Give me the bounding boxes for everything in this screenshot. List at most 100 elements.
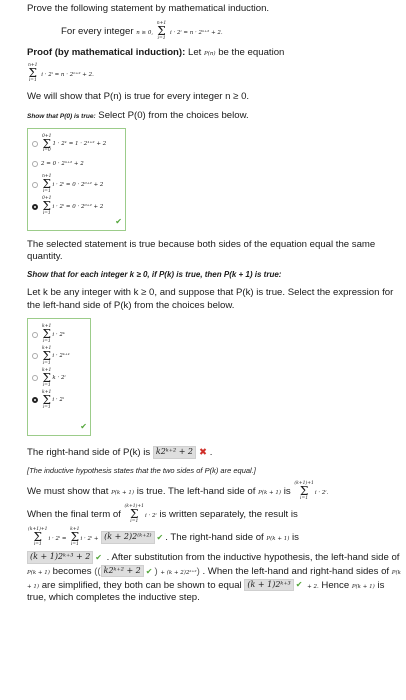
choice-expr: i · 2ᵏ — [52, 331, 65, 338]
proof-heading-line: Proof (by mathematical induction): Let P… — [27, 47, 406, 60]
choice-expr: 1 · 2¹ = 1 · 2¹⁺² + 2 — [52, 140, 107, 147]
sum-term: i · 2ⁱ = — [48, 535, 67, 542]
rhs-line: The right-hand side of P(k) is k2ᵏ⁺² + 2… — [27, 446, 213, 459]
final-result-line: (k+1)+1 Σi=1 i · 2ⁱ = k+1 Σi=1 i · 2ⁱ + (k +… — [28, 526, 299, 547]
radio-button[interactable] — [32, 375, 38, 382]
hence-text: Hence — [321, 579, 350, 591]
p0-choice-box: 0+1 Σi=0 1 · 2¹ = 1 · 2¹⁺² + 2 2 = 0 · 2ⁿ… — [27, 127, 126, 231]
choice-option-selected[interactable]: k+1 Σi=1 i · 2ⁱ — [32, 389, 86, 410]
sum-symbol: n+1 Σi=1 — [42, 174, 52, 195]
lhs-choice-box: k+1 Σi=1 i · 2ᵏ k+1 Σi=1 i · 2ᵏ⁺¹ k+1 Σi=1 … — [27, 318, 91, 437]
sum-symbol: k+1 Σi=1 — [42, 345, 52, 366]
pn-label: P(n) — [204, 50, 216, 57]
radio-button[interactable] — [32, 331, 38, 338]
choice-expr: k · 2ⁱ — [52, 375, 66, 382]
becomes-box[interactable]: k2ᵏ⁺² + 2 — [100, 564, 144, 578]
radio-button[interactable] — [32, 353, 38, 360]
let-text: Let — [187, 46, 202, 58]
final-term-2: is written separately, the result is — [159, 508, 298, 520]
choice-expr: i · 2ⁱ = 0 · 2⁰⁺² + 2 — [52, 181, 104, 188]
rhs-of-text: The right-hand side of — [170, 531, 264, 543]
show-p0-prompt: Select P(0) from the choices below. — [98, 109, 249, 121]
statement-prefix: For every integer — [61, 25, 134, 37]
statement: For every integer n ≥ 0, n+1 Σi=1 i · 2ⁱ … — [27, 20, 406, 41]
after-sub-text: . After substitution from the inductive … — [106, 551, 400, 563]
prompt-text: Prove the following statement by mathema… — [27, 3, 270, 14]
inductive-label: Show that for each integer k ≥ 0, if P(k… — [27, 270, 282, 280]
check-icon: ✔ — [115, 216, 122, 226]
sum-term: i · 2ⁱ — [145, 512, 157, 519]
choice-option[interactable]: n+1 Σi=1 i · 2ⁱ = 0 · 2⁰⁺² + 2 — [32, 175, 121, 194]
paren-close: ) — [154, 565, 158, 577]
sum-term: i · 2ⁱ + — [80, 535, 99, 542]
check-icon: ✔ — [80, 422, 87, 432]
check-icon: ✔ — [295, 580, 303, 590]
simplified-text: are simplified, they both can be shown t… — [41, 579, 242, 591]
check-icon: ✔ — [95, 552, 102, 562]
equal-box[interactable]: (k + 1)2ᵏ⁺³ — [244, 578, 294, 592]
substitution-line: (k + 1)2ᵏ⁺³ + 2 ✔ . After substitution fr… — [27, 550, 406, 606]
radio-button[interactable] — [32, 140, 38, 147]
choice-option[interactable]: k+1 Σi=1 k · 2ⁱ — [32, 367, 86, 388]
sum-symbol: 0+1 Σi=0 — [42, 133, 52, 154]
pn-eq: i · 2ⁱ = n · 2ⁿ⁺² + 2. — [41, 71, 94, 78]
choice-expr: i · 2ᵏ⁺¹ — [52, 353, 70, 360]
after-p0-text: The selected statement is true because b… — [27, 238, 376, 263]
rhs-pk1-box[interactable]: (k + 1)2ᵏ⁺³ + 2 — [27, 550, 94, 564]
must-show-1: We must show that — [27, 486, 109, 498]
sum-term: i · 2ⁱ. — [314, 490, 329, 497]
sum-symbol: (k+1)+1 Σi=1 — [28, 526, 48, 547]
final-term-1: When the final term of — [27, 508, 121, 520]
statement-cond: n ≥ 0, — [136, 29, 154, 36]
pk1-label: P(k + 1) — [258, 490, 282, 497]
proof-heading: Proof (by mathematical induction): — [27, 46, 186, 58]
pn-equation: n+1 Σi=1 i · 2ⁱ = n · 2ⁿ⁺² + 2. — [27, 62, 406, 83]
choice-option[interactable]: k+1 Σi=1 i · 2ᵏ — [32, 324, 86, 344]
choice-expr: i · 2ⁱ — [52, 397, 64, 404]
be-eq-text: be the equation — [218, 46, 285, 58]
pk1-label: P(k + 1) — [27, 569, 50, 576]
when-text: . When the left-hand and right-hand side… — [202, 565, 390, 577]
choice-option[interactable]: k+1 Σi=1 i · 2ᵏ⁺¹ — [32, 345, 86, 366]
radio-button-selected[interactable] — [32, 397, 38, 404]
rhs-is: is — [292, 531, 299, 543]
show-p0-line: Show that P(0) is true: Select P(0) from… — [27, 110, 406, 123]
sum-symbol: k+1 Σi=1 — [42, 324, 52, 344]
sum-symbol: n+1 Σi=1 — [156, 20, 167, 41]
sum-symbol: 0+1 Σi=1 — [42, 196, 52, 217]
radio-button-selected[interactable] — [32, 203, 38, 210]
radio-button[interactable] — [32, 181, 38, 188]
choice-option-selected[interactable]: 0+1 Σi=1 i · 2ⁱ = 0 · 2⁰⁺² + 2 — [32, 197, 121, 216]
plus-two: + 2. — [307, 583, 319, 590]
choice-option[interactable]: 0+1 Σi=0 1 · 2¹ = 1 · 2¹⁺² + 2 — [32, 133, 121, 154]
becomes-text: becomes — [52, 565, 92, 577]
sum-symbol: n+1 Σi=1 — [28, 62, 38, 83]
final-term-box[interactable]: (k + 2)2⁽ᵏ⁺²⁾ — [101, 530, 155, 544]
check-icon: ✔ — [145, 566, 153, 576]
pk1-label: P(k + 1) — [351, 583, 375, 590]
hypothesis-note: [The inductive hypothesis states that th… — [27, 465, 256, 475]
show-text: We will show that P(n) is true for every… — [27, 90, 250, 102]
must-show-3: is — [283, 486, 291, 498]
must-show-2: is true. The left-hand side of — [136, 486, 256, 498]
paren-close: ) — [196, 565, 200, 577]
statement-eq: i · 2ⁱ = n · 2ⁿ⁺² + 2. — [169, 29, 223, 36]
rhs-text: The right-hand side of P(k) is — [27, 447, 151, 459]
sum-symbol: k+1 Σi=1 — [42, 389, 52, 410]
final-term-line: When the final term of (k+1)+1 Σi=1 i · 2ⁱ… — [27, 504, 406, 524]
show-p0-label: Show that P(0) is true: — [27, 112, 96, 120]
becomes-tail: + (k + 2)2ᵏ⁺² — [160, 569, 197, 576]
must-show-line: We must show that P(k + 1) is true. The … — [27, 481, 406, 501]
rhs-answer-box[interactable]: k2ᵏ⁺² + 2 — [152, 446, 197, 459]
sum-symbol: (k+1)+1 Σi=1 — [294, 481, 314, 501]
page: Prove the following statement by mathema… — [0, 0, 406, 605]
sum-symbol: k+1 Σi=1 — [42, 367, 52, 388]
check-icon: ✔ — [156, 532, 164, 542]
choice-expr: 2 = 0 · 2ⁿ⁺² + 2 — [41, 161, 84, 168]
pk1-label: P(k + 1) — [266, 535, 290, 542]
choice-option[interactable]: 2 = 0 · 2ⁿ⁺² + 2 — [32, 156, 121, 172]
sum-symbol: k+1 Σi=1 — [70, 526, 80, 547]
radio-button[interactable] — [32, 161, 38, 168]
let-k-text: Let k be any integer with k ≥ 0, and sup… — [27, 287, 394, 312]
choice-expr: i · 2ⁱ = 0 · 2⁰⁺² + 2 — [52, 203, 104, 210]
